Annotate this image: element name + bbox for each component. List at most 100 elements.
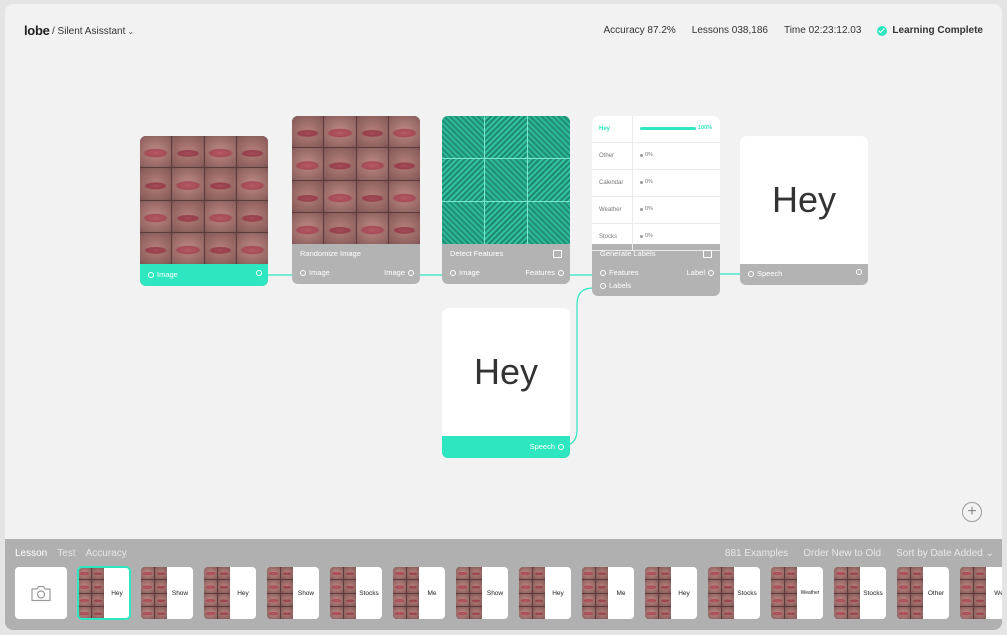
generate-labels-port[interactable]: Labels (600, 281, 631, 290)
example-label: Me (427, 589, 437, 597)
camera-capture-button[interactable] (15, 567, 67, 619)
example-label: Show (486, 589, 504, 597)
example-thumbnail[interactable]: Stocks (330, 567, 382, 619)
generate-output-port[interactable]: Label (687, 268, 714, 277)
confidence-dot (640, 181, 643, 184)
port-label: Image (157, 270, 178, 279)
port-label: Labels (609, 281, 632, 290)
randomize-image-node[interactable]: Randomize Image Image Image (292, 116, 420, 284)
port-dot-icon (148, 271, 154, 278)
tab-accuracy[interactable]: Accuracy (86, 548, 127, 559)
order-toggle[interactable]: Order New to Old (803, 548, 881, 559)
image-output-handle[interactable] (256, 270, 262, 276)
example-label: Me (616, 589, 626, 597)
example-thumbnail[interactable]: Hey (645, 567, 697, 619)
port-label: Features (525, 268, 555, 277)
speech-input-node[interactable]: Hey Speech (442, 308, 570, 458)
example-thumbnail[interactable]: Hey (204, 567, 256, 619)
port-dot-icon (408, 269, 414, 276)
label-row: Calendar 0% (592, 170, 720, 197)
generate-node-footer: Features Labels Label (592, 264, 720, 296)
example-label: Hey (678, 589, 690, 597)
detect-output-port[interactable]: Features (525, 268, 564, 277)
example-label: Weather (800, 590, 820, 596)
port-label: Features (609, 268, 639, 277)
example-thumbnail[interactable]: Stocks (834, 567, 886, 619)
port-label: Speech (757, 269, 783, 278)
example-image (330, 567, 356, 619)
label-name: Hey (599, 126, 611, 132)
example-thumbnail[interactable]: We (960, 567, 1002, 619)
port-dot-icon (450, 269, 456, 276)
detect-title-text: Detect Features (450, 249, 504, 258)
model-canvas[interactable]: Image Randomize Image Image Image Detect… (5, 4, 1002, 539)
example-thumbnail[interactable]: Weather (771, 567, 823, 619)
row-divider (632, 197, 633, 223)
row-divider (632, 116, 633, 142)
label-confidence-list: Hey 100% Other 0% Calendar 0% Weather 0% Stocks 0… (592, 116, 720, 251)
port-dot-icon (708, 269, 714, 276)
example-thumbnail[interactable]: Other (897, 567, 949, 619)
detect-input-port[interactable]: Image (450, 268, 480, 277)
example-thumbnail[interactable]: Show (141, 567, 193, 619)
image-output-port[interactable]: Image (148, 270, 178, 279)
example-thumbnail[interactable]: Show (456, 567, 508, 619)
speech-output-preview: Hey (740, 136, 868, 264)
confidence-dot (640, 154, 643, 157)
label-percent: 100% (698, 125, 713, 131)
generate-node-title: Generate Labels (592, 244, 720, 264)
speech-output-handle[interactable] (856, 269, 862, 275)
port-dot-icon (600, 282, 606, 289)
example-image (645, 567, 671, 619)
example-thumbnail[interactable]: Hey (77, 566, 131, 620)
label-percent: 0% (645, 233, 653, 239)
randomize-node-title: Randomize Image (300, 249, 361, 258)
speech-output-node[interactable]: Hey Speech (740, 136, 868, 285)
port-dot-icon (856, 269, 862, 275)
duplicate-icon[interactable] (703, 250, 712, 258)
port-dot-icon (748, 270, 754, 277)
sort-dropdown[interactable]: Sort by Date Added ⌄ (896, 548, 994, 559)
label-name: Calendar (599, 180, 624, 186)
example-label: Hey (237, 589, 249, 597)
duplicate-icon[interactable] (553, 250, 562, 258)
example-image (267, 567, 293, 619)
port-dot-icon (558, 443, 564, 450)
example-label: Stocks (737, 589, 757, 597)
example-image (897, 567, 923, 619)
example-image (204, 567, 230, 619)
label-row: Weather 0% (592, 197, 720, 224)
example-image (141, 567, 167, 619)
detect-features-node[interactable]: Detect Features Image Features (442, 116, 570, 284)
confidence-bar (640, 127, 696, 130)
tab-lesson[interactable]: Lesson (15, 548, 47, 559)
examples-strip[interactable]: Hey Show Hey Show Stocks Me Show Hey Me Hey Stocks… (15, 566, 1002, 620)
app-window: lobe / Silent Asisstant ⌄ Accuracy 87.2% … (5, 4, 1002, 630)
randomize-node-footer: Image Image (292, 264, 420, 284)
example-image (582, 567, 608, 619)
example-thumbnail[interactable]: Hey (519, 567, 571, 619)
label-percent: 0% (645, 179, 653, 185)
example-thumbnail[interactable]: Me (582, 567, 634, 619)
sort-label: Sort by Date Added (896, 548, 983, 559)
example-thumbnail[interactable]: Me (393, 567, 445, 619)
randomize-input-port[interactable]: Image (300, 268, 330, 277)
confidence-dot (640, 235, 643, 238)
examples-meta: 881 Examples Order New to Old Sort by Da… (725, 548, 994, 559)
example-image (771, 567, 797, 619)
image-input-node[interactable]: Image (140, 136, 268, 286)
tab-test[interactable]: Test (57, 548, 75, 559)
speech-input-port[interactable]: Speech (748, 269, 782, 278)
randomize-output-port[interactable]: Image (384, 268, 414, 277)
example-thumbnail[interactable]: Show (267, 567, 319, 619)
speech-output-port[interactable]: Speech (530, 442, 564, 451)
port-dot-icon (558, 269, 564, 276)
row-divider (632, 170, 633, 196)
example-image (708, 567, 734, 619)
example-image (78, 567, 104, 619)
plus-circle-icon[interactable]: + (962, 502, 982, 522)
generate-features-port[interactable]: Features (600, 268, 639, 277)
generate-labels-node[interactable]: Hey 100% Other 0% Calendar 0% Weather 0% Stocks 0… (592, 116, 720, 296)
speech-input-preview: Hey (442, 308, 570, 436)
example-thumbnail[interactable]: Stocks (708, 567, 760, 619)
